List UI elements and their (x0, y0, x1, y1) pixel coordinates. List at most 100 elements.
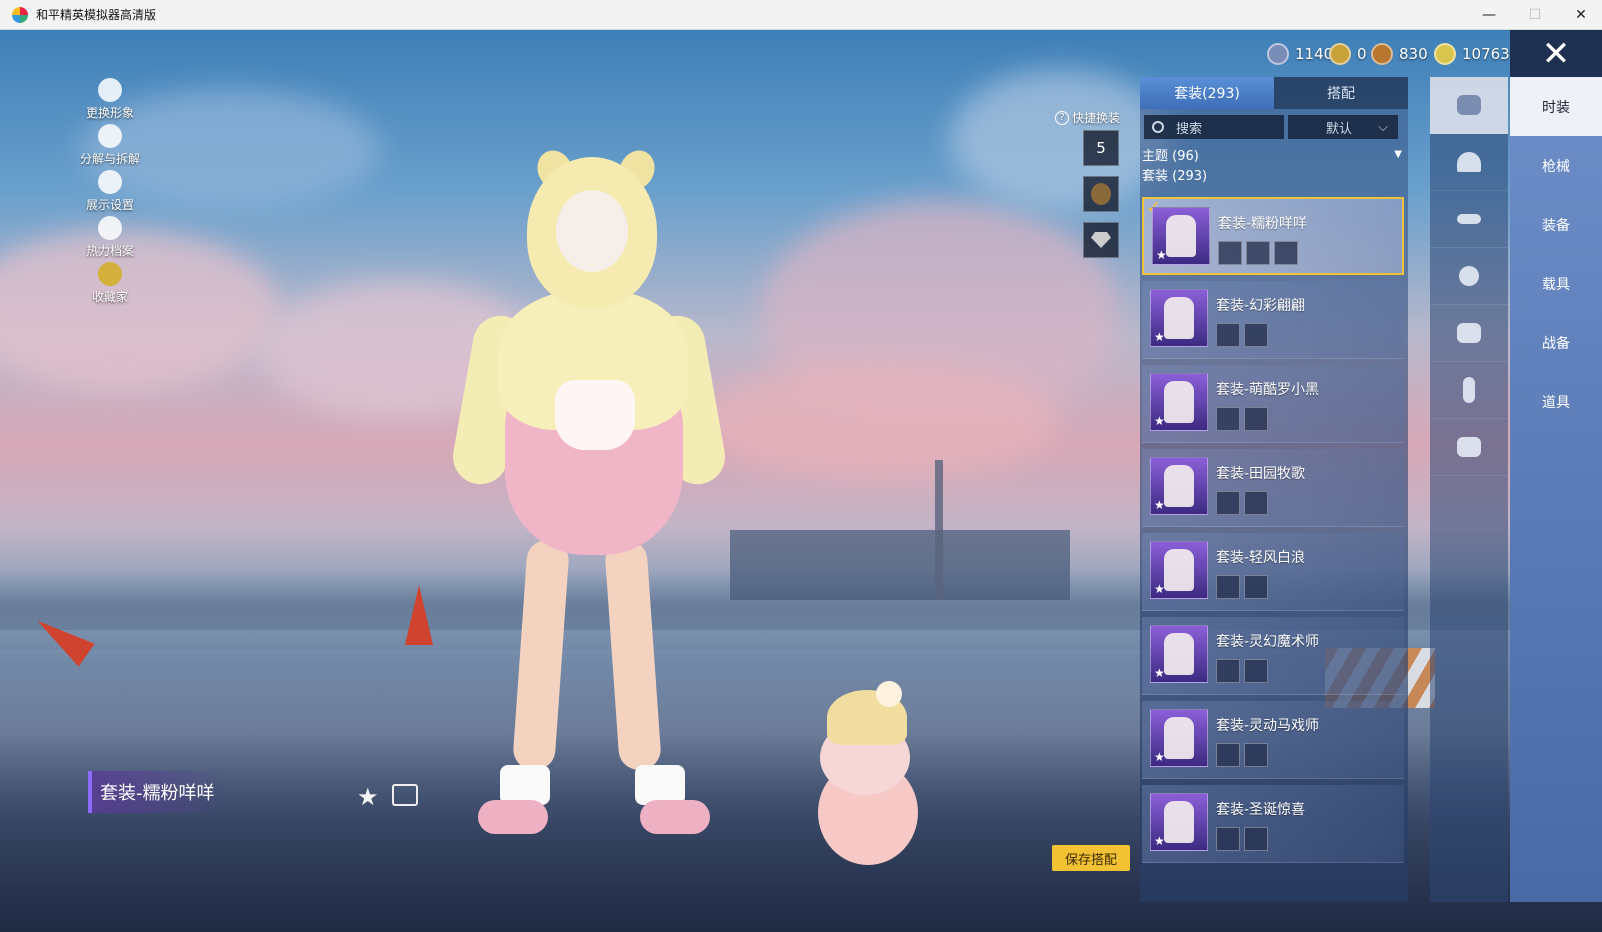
city-skyline (730, 530, 1070, 600)
suit-card[interactable]: ★ 套装-圣诞惊喜 (1142, 785, 1404, 863)
part-icon (1244, 743, 1268, 767)
part-icon (1244, 827, 1268, 851)
suit-thumbnail: ★ (1150, 793, 1208, 851)
character-face (556, 190, 628, 272)
quick-change-label[interactable]: ? 快捷换装 (1055, 109, 1120, 126)
suit-parts (1216, 659, 1268, 683)
category-name-column: 时装 枪械 装备 载具 战备 道具 (1510, 77, 1602, 902)
suit-parts (1216, 491, 1268, 515)
theme-filter[interactable]: 主题 (96) ▼ (1140, 143, 1408, 165)
left-menu-label: 收藏家 (91, 290, 128, 304)
suit-card[interactable]: ★ 套装-田园牧歌 (1142, 449, 1404, 527)
part-icon (1216, 659, 1240, 683)
glasses-icon (1457, 214, 1481, 224)
search-input[interactable]: 搜索 (1144, 115, 1284, 139)
suit-card[interactable]: ★ 套装-灵幻魔术师 (1142, 617, 1404, 695)
suit-thumbnail: ★ (1150, 373, 1208, 431)
star-icon: ★ (1154, 750, 1165, 764)
character-sock (635, 765, 685, 805)
suit-figure (1164, 297, 1194, 339)
helmet-lock-icon (1091, 183, 1111, 205)
cloud (950, 70, 1170, 210)
tab-match[interactable]: 搭配 (1274, 77, 1408, 109)
favorite-star-button[interactable]: ★ (357, 783, 379, 811)
close-panel-button[interactable]: ✕ (1510, 30, 1602, 77)
outfit-slot-icon: 5 (1096, 139, 1106, 157)
suit-thumbnail: ★ (1150, 709, 1208, 767)
category-outfit[interactable] (1430, 77, 1508, 134)
left-menu-display-settings[interactable]: 展示设置 (70, 170, 150, 213)
panel-tabs: 套装(293) 搭配 (1140, 77, 1408, 109)
theme-filter-label: 主题 (96) (1142, 148, 1199, 164)
medal-icon (98, 262, 122, 286)
category-guns[interactable]: 枪械 (1510, 136, 1602, 195)
currency-value: 0 (1357, 45, 1367, 63)
tab-suits[interactable]: 套装(293) (1140, 77, 1274, 109)
suit-thumbnail: ★ (1152, 207, 1210, 265)
suit-name: 套装-轻风白浪 (1216, 550, 1306, 566)
quick-diamond-button[interactable] (1083, 222, 1119, 258)
category-props[interactable]: 道具 (1510, 372, 1602, 431)
suit-thumbnail: ★ (1150, 289, 1208, 347)
part-icon (1274, 241, 1298, 265)
search-icon (1152, 121, 1164, 133)
bronze-coin-icon (1371, 43, 1393, 65)
puzzle-icon (98, 124, 122, 148)
currency-4: 10763 (1434, 43, 1510, 65)
category-top[interactable] (1430, 305, 1508, 362)
category-equipment[interactable]: 装备 (1510, 195, 1602, 254)
part-icon (1216, 323, 1240, 347)
category-face[interactable] (1430, 248, 1508, 305)
category-supplies[interactable]: 战备 (1510, 313, 1602, 372)
window-title: 和平精英模拟器高清版 (36, 8, 157, 22)
suit-name: 套装-田园牧歌 (1216, 466, 1306, 482)
sort-dropdown[interactable]: 默认 ⌵ (1288, 115, 1398, 139)
search-placeholder: 搜索 (1176, 121, 1203, 137)
cloud (700, 360, 1060, 480)
pants-icon (1463, 377, 1475, 403)
quick-slot-button[interactable]: 5 (1083, 130, 1119, 166)
left-menu-change-avatar[interactable]: 更换形象 (70, 78, 150, 121)
category-pants[interactable] (1430, 362, 1508, 419)
star-icon: ★ (1154, 498, 1165, 512)
part-icon (1244, 407, 1268, 431)
suit-figure (1164, 801, 1194, 843)
left-menu-label: 更换形象 (85, 106, 134, 120)
sort-label: 默认 (1326, 121, 1353, 137)
cap-icon (1457, 152, 1481, 172)
minimize-button[interactable]: — (1466, 0, 1512, 30)
category-cap[interactable] (1430, 134, 1508, 191)
star-icon: ★ (1154, 330, 1165, 344)
tower (935, 460, 943, 600)
category-fashion[interactable]: 时装 (1510, 77, 1602, 136)
chevron-down-icon: ⌵ (1378, 119, 1388, 135)
suit-parts (1216, 407, 1268, 431)
suit-card[interactable]: ✓ ★ 套装-糯粉咩咩 (1142, 197, 1404, 275)
left-menu-decompose[interactable]: 分解与拆解 (70, 124, 150, 167)
category-vehicles[interactable]: 载具 (1510, 254, 1602, 313)
diamond-icon (1091, 232, 1111, 248)
outfit-panel: 套装(293) 搭配 搜索 默认 ⌵ 主题 (96) ▼ 套装 (293) ✓ … (1140, 77, 1408, 902)
suit-card[interactable]: ★ 套装-幻彩翩翩 (1142, 281, 1404, 359)
suit-name: 套装-幻彩翩翩 (1216, 298, 1306, 314)
suit-count: 套装 (293) (1142, 169, 1208, 184)
part-icon (1246, 241, 1270, 265)
category-glasses[interactable] (1430, 191, 1508, 248)
suit-figure (1166, 215, 1196, 257)
part-icon (1244, 575, 1268, 599)
silver-coin-icon (1267, 43, 1289, 65)
suit-parts (1216, 827, 1268, 851)
suit-card[interactable]: ★ 套装-轻风白浪 (1142, 533, 1404, 611)
suit-card[interactable]: ★ 套装-萌酷罗小黑 (1142, 365, 1404, 443)
left-menu-collector[interactable]: 收藏家 (70, 262, 150, 305)
currency-value: 830 (1399, 45, 1428, 63)
share-icon[interactable] (392, 784, 418, 806)
suit-card[interactable]: ★ 套装-灵动马戏师 (1142, 701, 1404, 779)
left-menu-heat-profile[interactable]: 热力档案 (70, 216, 150, 259)
close-window-button[interactable]: ✕ (1558, 0, 1602, 30)
maximize-button[interactable]: ☐ (1512, 0, 1558, 30)
character-shoe (478, 800, 548, 834)
save-outfit-button[interactable]: 保存搭配 (1052, 845, 1130, 871)
quick-helmet-button[interactable] (1083, 176, 1119, 212)
category-gloves[interactable] (1430, 419, 1508, 476)
